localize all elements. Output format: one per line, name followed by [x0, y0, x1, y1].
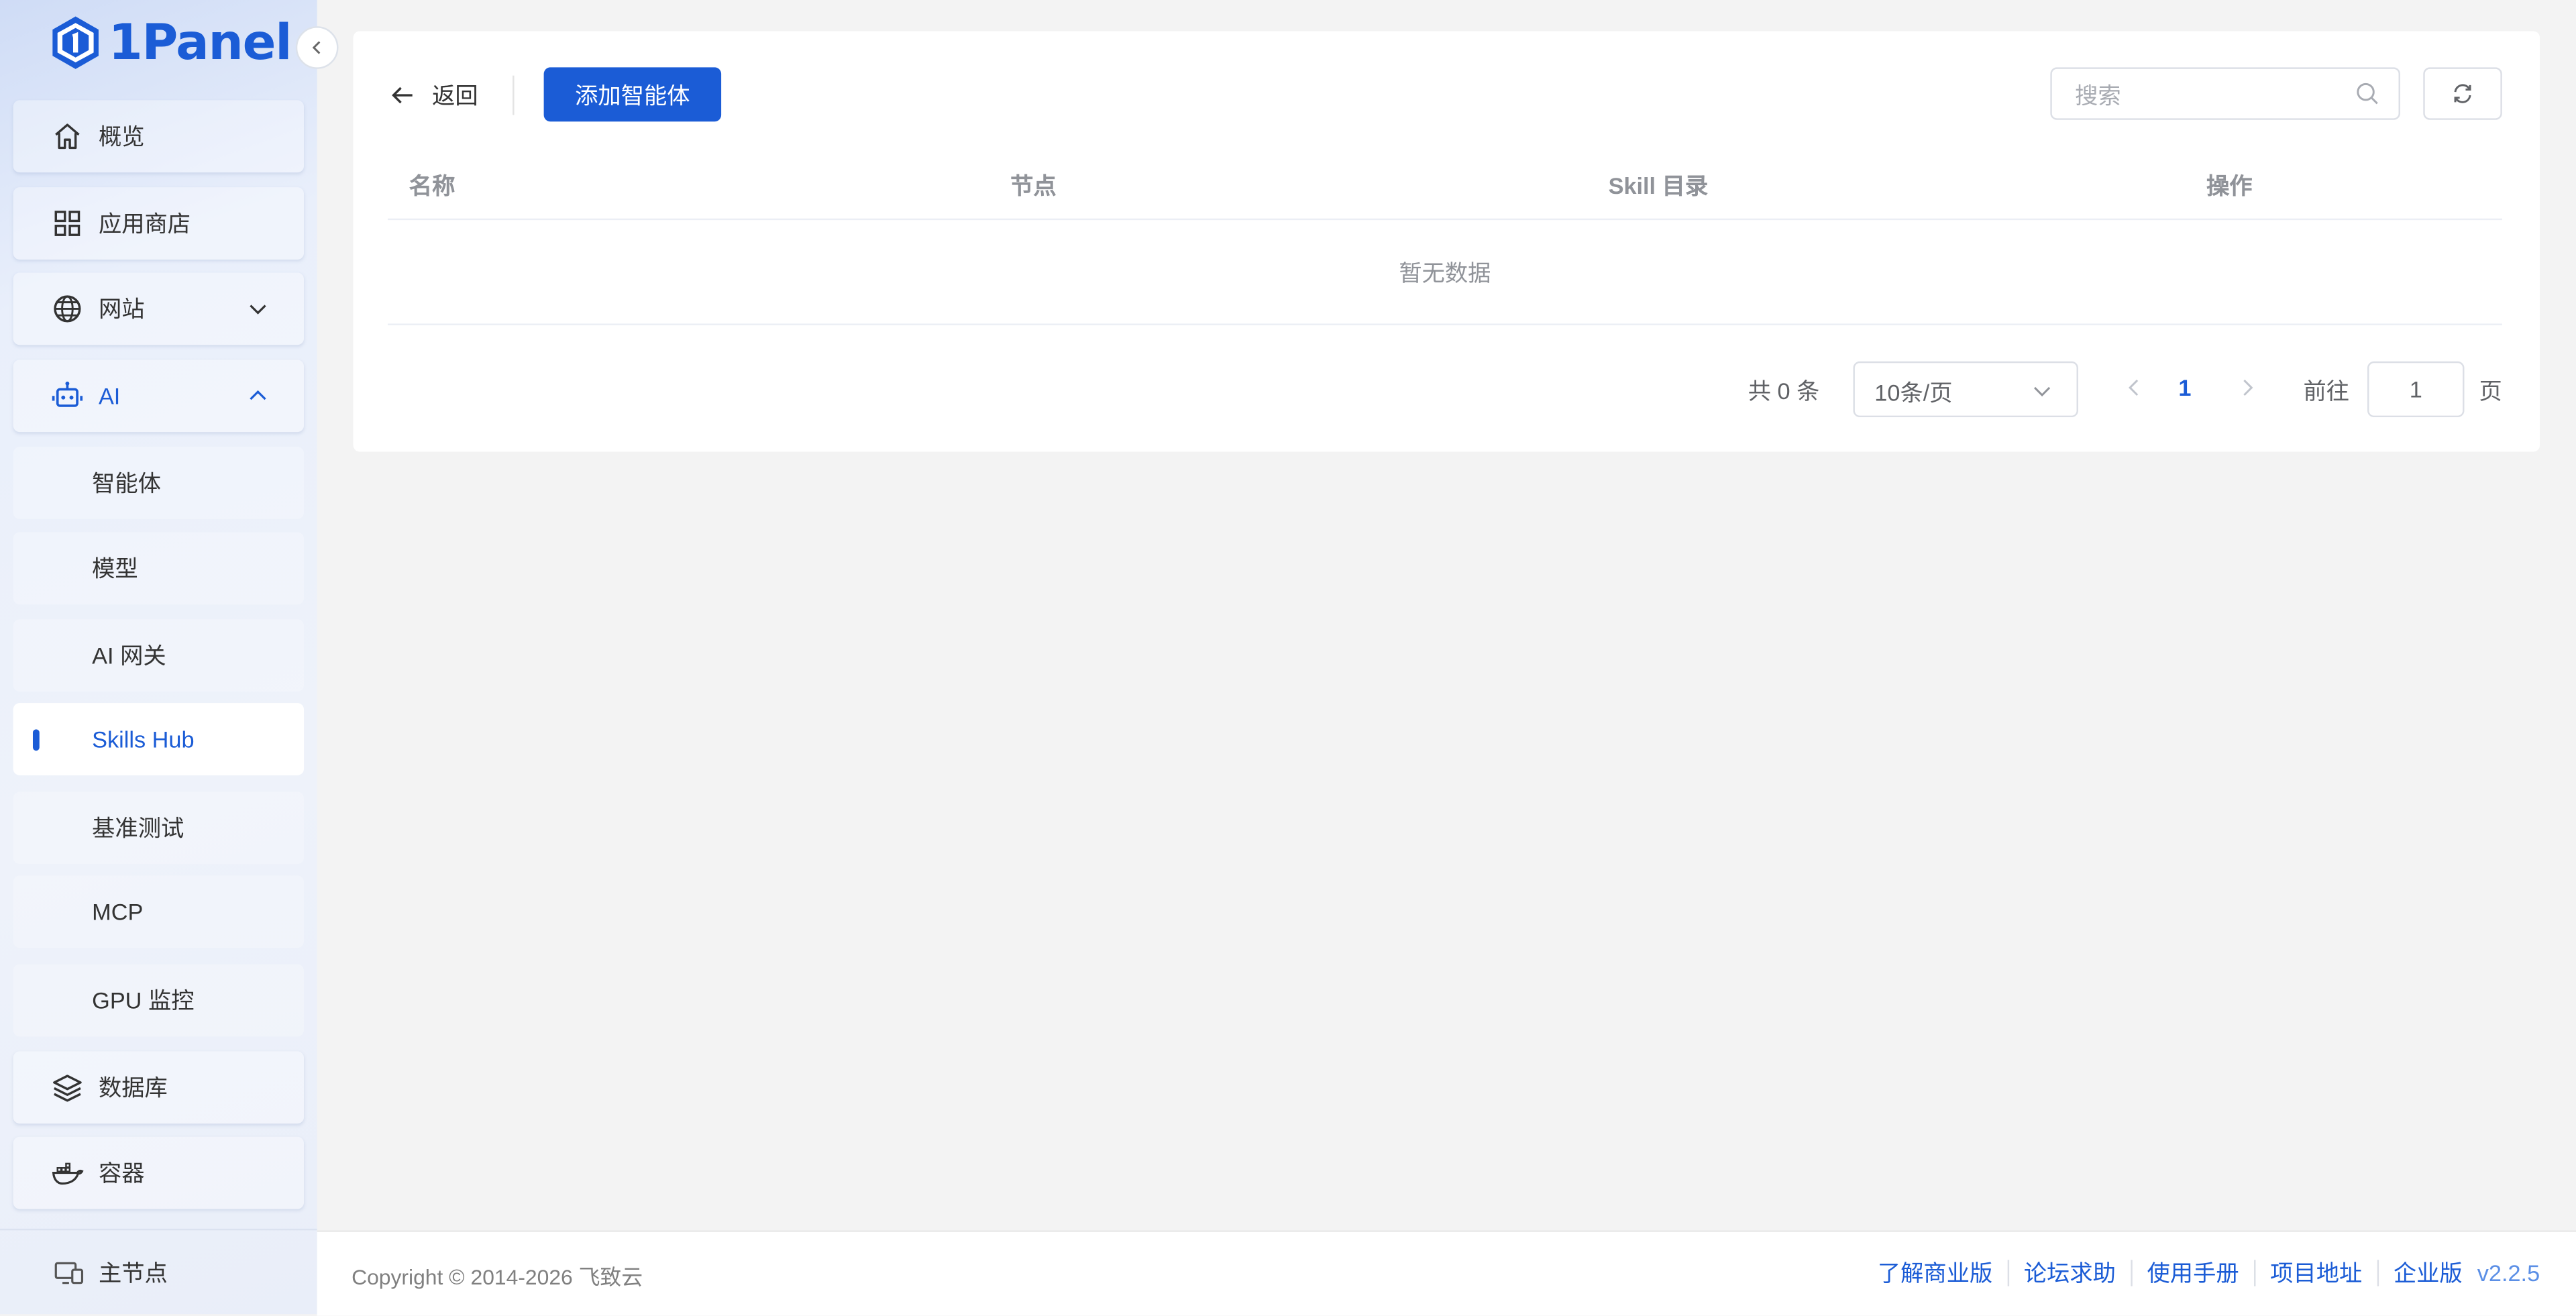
sidebar-subitem-label: AI 网关 [92, 642, 166, 669]
sidebar-subitem-label: 基准测试 [92, 814, 184, 841]
sidebar-item-appstore[interactable]: 应用商店 [13, 187, 305, 260]
goto-label: 前往 [2303, 378, 2350, 404]
column-header-skill-dir: Skill 目录 [1608, 172, 1709, 199]
sidebar-subitem-label: GPU 监控 [92, 987, 195, 1014]
table-bottom-divider [387, 323, 2502, 325]
footer-link-forum[interactable]: 论坛求助 [2009, 1260, 2133, 1286]
page-size-select[interactable]: 10条/页 [1853, 361, 2078, 418]
search-input[interactable] [2072, 68, 2358, 122]
globe-icon [54, 295, 81, 323]
chevron-down-icon [250, 305, 266, 315]
empty-state-text: 暂无数据 [1399, 259, 1491, 286]
sidebar-item-overview[interactable]: 概览 [13, 100, 305, 173]
node-switcher[interactable]: 主节点 [0, 1228, 317, 1316]
sidebar-subitem-label: Skills Hub [92, 726, 195, 753]
chevron-up-icon [250, 390, 266, 400]
sidebar: 1Panel 概览 应用商店 网站 AI 智能体 模型 AI 网关 Skills… [0, 0, 339, 1316]
toolbar-divider [513, 75, 515, 115]
sidebar-subitem-label: 模型 [92, 555, 138, 582]
goto-page-input[interactable] [2367, 361, 2465, 418]
layers-icon [53, 1075, 82, 1102]
sidebar-item-label: 容器 [98, 1159, 145, 1187]
sidebar-item-label: AI [98, 382, 121, 409]
footer: Copyright © 2014-2026 飞致云 了解商业版 论坛求助 使用手… [317, 1230, 2576, 1316]
page-suffix: 页 [2479, 378, 2502, 404]
chevron-down-icon [2034, 386, 2051, 397]
sidebar-item-container[interactable]: 容器 [13, 1136, 305, 1209]
sidebar-subitem-gpu-monitor[interactable]: GPU 监控 [13, 964, 305, 1037]
chevron-left-icon [312, 41, 321, 54]
sidebar-item-label: 数据库 [98, 1074, 168, 1101]
sidebar-subitem-benchmark[interactable]: 基准测试 [13, 791, 305, 865]
collapse-sidebar-button[interactable] [295, 26, 339, 69]
active-indicator [32, 729, 40, 751]
logo[interactable]: 1Panel [49, 13, 292, 72]
refresh-button[interactable] [2423, 67, 2502, 120]
column-header-node: 节点 [1010, 172, 1057, 199]
sidebar-item-website[interactable]: 网站 [13, 272, 305, 345]
sidebar-item-label: 应用商店 [98, 210, 191, 237]
docker-icon [52, 1162, 84, 1185]
back-button[interactable]: 返回 [389, 76, 478, 115]
page-size-value: 10条/页 [1874, 379, 1953, 406]
sidebar-item-database[interactable]: 数据库 [13, 1051, 305, 1124]
robot-icon [52, 381, 83, 407]
search-icon[interactable] [2356, 82, 2379, 105]
footer-link-project[interactable]: 项目地址 [2255, 1260, 2379, 1286]
table-header-divider [387, 218, 2502, 221]
column-header-name: 名称 [409, 172, 455, 199]
search-box [2050, 67, 2400, 122]
footer-link-manual[interactable]: 使用手册 [2132, 1260, 2256, 1286]
monitor-icon [54, 1262, 84, 1284]
grid-icon [54, 211, 80, 236]
footer-links: 了解商业版 论坛求助 使用手册 项目地址 企业版 v2.2.5 [1863, 1260, 2540, 1286]
sidebar-item-label: 网站 [98, 295, 145, 323]
logo-text: 1Panel [108, 13, 292, 72]
current-page-number[interactable]: 1 [2178, 374, 2191, 400]
footer-link-commercial[interactable]: 了解商业版 [1863, 1260, 2009, 1286]
copyright-text: Copyright © 2014-2026 飞致云 [352, 1264, 643, 1290]
node-label: 主节点 [98, 1260, 168, 1286]
logo-icon [52, 16, 99, 69]
sidebar-subitem-agents[interactable]: 智能体 [13, 447, 305, 519]
arrow-left-icon [392, 87, 413, 104]
sidebar-subitem-ai-gateway[interactable]: AI 网关 [13, 619, 305, 692]
home-icon [55, 123, 80, 150]
sidebar-subitem-mcp[interactable]: MCP [13, 875, 305, 948]
sidebar-subitem-label: MCP [92, 898, 144, 925]
sidebar-subitem-label: 智能体 [92, 470, 162, 496]
sidebar-subitem-skills-hub[interactable]: Skills Hub [13, 703, 305, 775]
sidebar-subitem-models[interactable]: 模型 [13, 532, 305, 605]
refresh-icon [2454, 84, 2471, 103]
next-page-button[interactable] [2236, 376, 2259, 399]
version-label: v2.2.5 [2477, 1260, 2540, 1286]
back-label: 返回 [432, 82, 478, 109]
add-agent-button[interactable]: 添加智能体 [543, 67, 722, 122]
pagination-total: 共 0 条 [1748, 378, 1820, 404]
footer-link-enterprise[interactable]: 企业版 [2379, 1260, 2477, 1286]
column-header-actions: 操作 [2206, 172, 2253, 199]
sidebar-item-label: 概览 [98, 123, 145, 150]
sidebar-item-ai[interactable]: AI [13, 360, 305, 433]
prev-page-button[interactable] [2123, 376, 2145, 399]
